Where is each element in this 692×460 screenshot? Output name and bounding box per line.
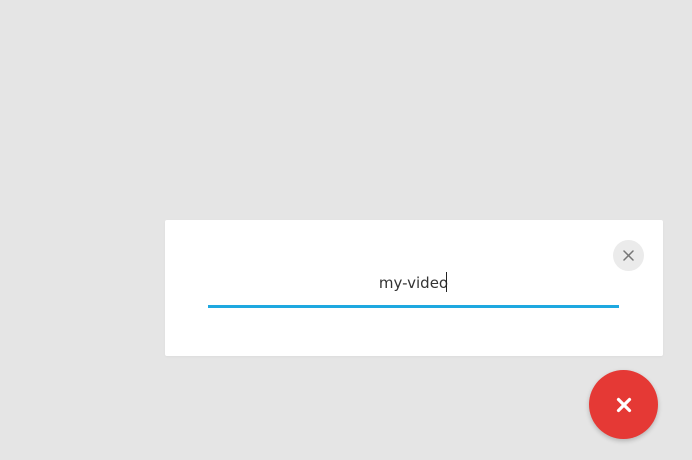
name-input-container <box>208 268 619 308</box>
app-canvas <box>0 0 692 460</box>
close-icon <box>623 250 634 261</box>
cancel-fab-button[interactable] <box>589 370 658 439</box>
name-dialog <box>165 220 663 356</box>
close-icon <box>616 397 631 412</box>
text-cursor <box>446 272 447 292</box>
dialog-close-button[interactable] <box>613 240 644 271</box>
name-input[interactable] <box>208 268 619 298</box>
